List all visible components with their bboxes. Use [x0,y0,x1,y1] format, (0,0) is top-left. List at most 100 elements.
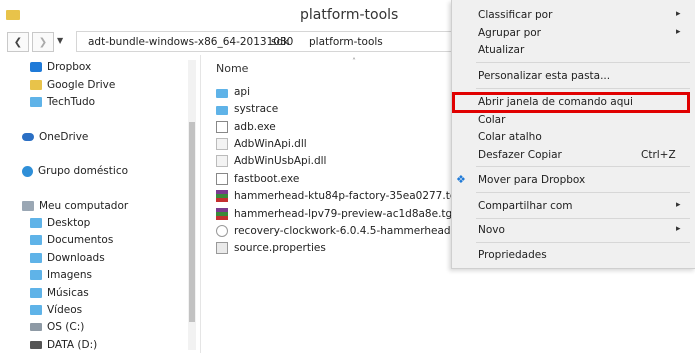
file-row[interactable]: fastboot.exe [216,171,299,187]
menu-separator [476,62,690,63]
sidebar-item-label: Documentos [47,234,114,246]
back-button[interactable]: ❮ [7,32,29,52]
sidebar-item-google-drive[interactable]: Google Drive [30,77,115,93]
dll-file-icon [216,138,228,150]
sidebar-item-label: OS (C:) [47,321,85,333]
file-name: systrace [234,103,279,115]
menu-item-open-command-window[interactable]: Abrir janela de comando aqui [478,96,633,108]
file-name: fastboot.exe [234,173,300,185]
sidebar-item-homegroup[interactable]: Grupo doméstico [22,163,128,179]
folder-icon [6,10,20,20]
sidebar-item-label: Google Drive [47,79,116,91]
sidebar-item-label: Desktop [47,217,91,229]
menu-item-move-to-dropbox[interactable]: Mover para Dropbox [478,174,585,186]
folder-icon [30,218,42,228]
sidebar-item-label: Grupo doméstico [38,165,129,177]
file-name: source.properties [234,242,326,254]
menu-item-paste[interactable]: Colar [478,114,505,126]
folder-icon [216,88,228,98]
folder-icon [30,253,42,263]
menu-item-refresh[interactable]: Atualizar [478,44,524,56]
drive-icon [30,341,42,349]
onedrive-icon [22,133,34,141]
menu-item-properties[interactable]: Propriedades [478,249,547,261]
menu-separator [476,88,690,89]
file-row[interactable]: systrace [216,101,278,117]
file-row[interactable]: recovery-clockwork-6.0.4.5-hammerhead.im… [216,223,474,239]
menu-item-group-by[interactable]: Agrupar por [478,27,541,39]
sidebar-item-techtudo[interactable]: TechTudo [30,94,95,110]
menu-item-shortcut: Ctrl+Z [641,149,676,161]
breadcrumb-item[interactable]: platform-tools [309,36,383,48]
menu-separator [476,166,690,167]
sidebar-item-documents[interactable]: Documentos [30,232,113,248]
column-header-name[interactable]: Nome [216,62,248,75]
drive-icon [30,323,42,331]
properties-file-icon [216,242,228,254]
sidebar-item-videos[interactable]: Vídeos [30,302,82,318]
file-row[interactable]: adb.exe [216,119,276,135]
file-name: hammerhead-lpv79-preview-ac1d8a8e.tgz [234,208,458,220]
sidebar-item-label: TechTudo [47,96,96,108]
sidebar-item-downloads[interactable]: Downloads [30,250,105,266]
menu-item-paste-shortcut[interactable]: Colar atalho [478,131,542,143]
file-name: adb.exe [234,121,276,133]
file-row[interactable]: hammerhead-ktu84p-factory-35ea0277.tgz [216,188,462,204]
recent-locations-dropdown[interactable]: ▼ [57,36,63,45]
file-name: recovery-clockwork-6.0.4.5-hammerhead.im… [234,225,474,237]
sidebar-item-label: Vídeos [47,304,83,316]
sidebar-item-label: Imagens [47,269,93,281]
sidebar-item-desktop[interactable]: Desktop [30,215,90,231]
sort-arrow-icon: ˄ [352,57,356,66]
menu-item-undo-copy[interactable]: Desfazer Copiar [478,149,562,161]
pane-divider[interactable] [200,55,201,353]
menu-item-new[interactable]: Novo [478,224,505,236]
menu-separator [476,192,690,193]
dropbox-icon: ❖ [456,173,466,186]
sidebar-item-label: Downloads [47,252,105,264]
executable-icon [216,121,228,133]
sidebar-scrollbar-thumb[interactable] [189,122,195,322]
sidebar-item-drive-d[interactable]: DATA (D:) [30,337,97,353]
homegroup-icon [22,165,33,177]
sidebar-item-onedrive[interactable]: OneDrive [22,129,88,145]
submenu-arrow-icon: ▸ [676,224,681,234]
disc-image-icon [216,225,228,237]
file-row[interactable]: api [216,84,250,100]
menu-item-sort-by[interactable]: Classificar por [478,9,552,21]
dropbox-icon [30,62,42,72]
forward-button[interactable]: ❯ [32,32,54,52]
sidebar-item-dropbox[interactable]: Dropbox [30,59,91,75]
file-row[interactable]: AdbWinApi.dll [216,136,307,152]
submenu-arrow-icon: ▸ [676,27,681,37]
file-name: hammerhead-ktu84p-factory-35ea0277.tgz [234,190,462,202]
folder-icon [30,97,42,107]
sidebar-item-drive-c[interactable]: OS (C:) [30,319,84,335]
folder-icon [30,288,42,298]
breadcrumb-item[interactable]: sdk [271,36,289,48]
executable-icon [216,173,228,185]
menu-item-share-with[interactable]: Compartilhar com [478,200,573,212]
submenu-arrow-icon: ▸ [676,9,681,19]
sidebar-item-music[interactable]: Músicas [30,285,89,301]
sidebar-item-computer[interactable]: Meu computador [22,198,128,214]
menu-item-customize-folder[interactable]: Personalizar esta pasta... [478,70,610,82]
submenu-arrow-icon: ▸ [676,200,681,210]
file-row[interactable]: AdbWinUsbApi.dll [216,153,326,169]
chevron-down-icon: ▼ [57,36,64,45]
dll-file-icon [216,155,228,167]
sidebar-item-images[interactable]: Imagens [30,267,92,283]
file-row[interactable]: source.properties [216,240,326,256]
file-row[interactable]: hammerhead-lpv79-preview-ac1d8a8e.tgz [216,206,458,222]
breadcrumb-item[interactable]: adt-bundle-windows-x86_64-20131030 [88,36,293,48]
sidebar-item-label: Meu computador [39,200,129,212]
folder-icon [216,105,228,115]
google-drive-icon [30,80,42,90]
file-name: AdbWinApi.dll [234,138,307,150]
computer-icon [22,201,34,211]
sidebar-item-label: Músicas [47,287,89,299]
folder-icon [30,235,42,245]
sidebar-item-label: DATA (D:) [47,339,98,351]
sidebar-item-label: Dropbox [47,61,92,73]
sidebar-item-label: OneDrive [39,131,89,143]
